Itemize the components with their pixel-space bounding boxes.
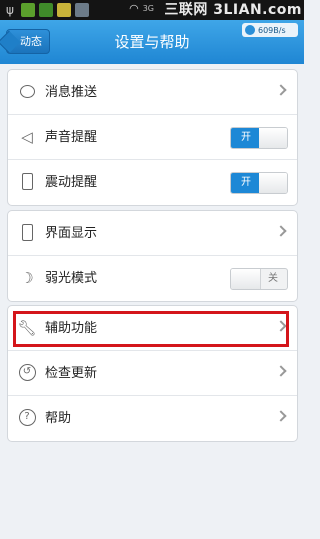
moon-icon: ☽ <box>20 269 34 287</box>
app-notification-icon <box>75 3 89 17</box>
chevron-right-icon <box>275 410 287 422</box>
speed-icon <box>245 25 255 35</box>
vibrate-icon <box>17 172 37 192</box>
question-icon: ? <box>17 408 37 428</box>
network-speed: 609B/s <box>258 25 286 35</box>
low-light-mode-toggle[interactable]: 关 <box>230 268 288 290</box>
setting-label: 震动提醒 <box>45 175 98 190</box>
app-notification-icon <box>39 3 53 17</box>
phone-icon <box>17 223 37 243</box>
app-notification-icon <box>21 3 35 17</box>
speaker-icon: ◁ <box>21 128 33 146</box>
setting-row-interface-display[interactable]: 界面显示 <box>8 211 297 256</box>
setting-label: 检查更新 <box>45 366 98 381</box>
vibrate-alert-toggle[interactable]: 开 <box>230 172 288 194</box>
status-bar: ψ ◠ 3G 三联网 3LIAN.com <box>0 0 304 20</box>
wifi-icon: ◠ <box>129 2 139 15</box>
message-bubble-icon <box>17 82 37 102</box>
highlight-box <box>13 311 289 347</box>
usb-icon: ψ <box>6 3 14 17</box>
setting-label: 弱光模式 <box>45 271 98 286</box>
network-speed-badge: 609B/s <box>242 23 298 37</box>
setting-row-sound-alert: ◁ 声音提醒 开 <box>8 115 297 160</box>
watermark: 三联网 3LIAN.com <box>164 2 302 18</box>
sound-alert-toggle[interactable]: 开 <box>230 127 288 149</box>
settings-group-display: 界面显示 ☽ 弱光模式 关 <box>7 210 298 302</box>
chevron-right-icon <box>275 84 287 96</box>
title-bar: 动态 设置与帮助 609B/s <box>0 20 304 64</box>
chevron-right-icon <box>275 225 287 237</box>
system-status: ◠ 3G <box>129 2 154 15</box>
app-notification-icon <box>57 3 71 17</box>
setting-row-check-update[interactable]: ↺ 检查更新 <box>8 351 297 396</box>
setting-label: 声音提醒 <box>45 130 98 145</box>
toggle-state-label: 开 <box>231 173 261 193</box>
setting-row-help[interactable]: ? 帮助 <box>8 396 297 441</box>
setting-label: 消息推送 <box>45 85 98 100</box>
chevron-right-icon <box>275 365 287 377</box>
toggle-knob <box>231 269 261 289</box>
toggle-state-label: 关 <box>268 273 278 284</box>
notification-icons: ψ <box>3 3 89 17</box>
setting-label: 帮助 <box>45 411 72 426</box>
refresh-clock-icon: ↺ <box>17 363 37 383</box>
setting-row-message-push[interactable]: 消息推送 <box>8 70 297 115</box>
setting-row-vibrate-alert: 震动提醒 开 <box>8 160 297 205</box>
toggle-knob <box>259 128 287 148</box>
toggle-state-label: 开 <box>231 128 261 148</box>
toggle-knob <box>259 173 287 193</box>
setting-row-low-light-mode: ☽ 弱光模式 关 <box>8 256 297 301</box>
setting-label: 界面显示 <box>45 226 98 241</box>
settings-group-notifications: 消息推送 ◁ 声音提醒 开 震动提醒 开 <box>7 69 298 206</box>
network-type: 3G <box>142 4 154 13</box>
